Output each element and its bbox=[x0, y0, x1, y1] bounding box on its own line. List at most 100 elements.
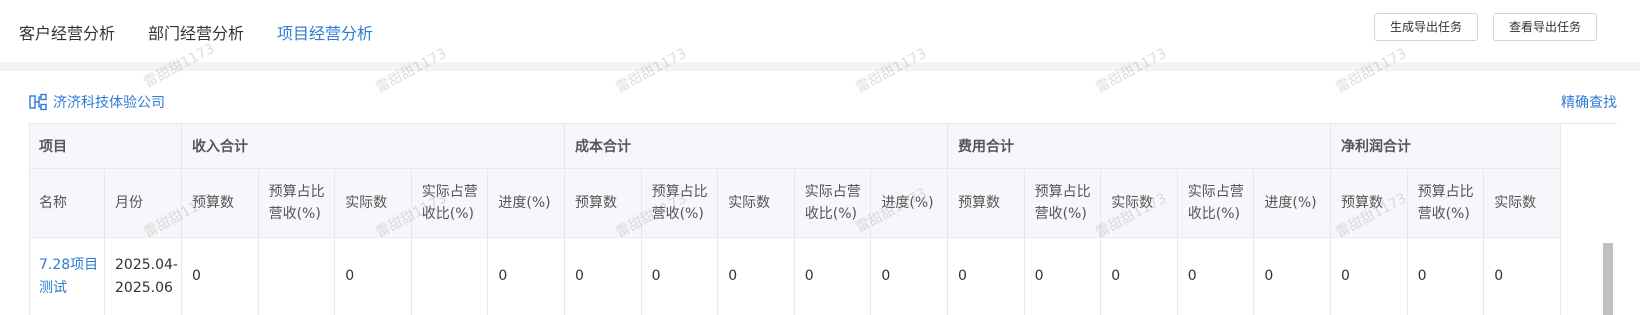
table-cell: 0 bbox=[1331, 238, 1408, 315]
column-header: 预算占比营收(%) bbox=[258, 169, 336, 238]
column-header: 名称 bbox=[29, 169, 105, 238]
table-cell-text: 0 bbox=[1264, 268, 1274, 284]
top-bar: 客户经营分析 部门经营分析 项目经营分析 生成导出任务 查看导出任务 bbox=[0, 0, 1640, 62]
table-cell: 0 bbox=[1484, 238, 1561, 315]
table-cell-text: 2025.04-2025.06 bbox=[115, 256, 178, 296]
table-cell-text: 0 bbox=[1034, 268, 1044, 284]
project-analysis-table: 项目 收入合计 成本合计 费用合计 净利润合计名称 月份 预算数 预算占比营收(%) 实际数 实际… bbox=[29, 123, 1617, 315]
table-cell: 0 bbox=[871, 238, 948, 315]
table-cell-text: 0 bbox=[1187, 268, 1197, 284]
column-header-text: 预算数 bbox=[958, 195, 1000, 211]
column-header-text: 实际数 bbox=[345, 195, 388, 211]
group-header: 收入合计 bbox=[182, 123, 565, 169]
group-header: 项目 bbox=[29, 123, 182, 169]
table-cell: 0 bbox=[1177, 238, 1255, 315]
group-header-text: 收入合计 bbox=[192, 138, 248, 155]
column-header-text: 名称 bbox=[39, 195, 67, 211]
column-header-text: 实际数 bbox=[1111, 195, 1154, 211]
table-cell: 0 bbox=[794, 238, 872, 315]
table-cell-text: 0 bbox=[1494, 268, 1504, 284]
column-header: 进度(%) bbox=[871, 169, 948, 238]
table-cell: 0 bbox=[488, 238, 565, 315]
project-name-link[interactable]: 7.28项目测试 bbox=[29, 238, 105, 315]
table-cell: 0 bbox=[1407, 238, 1485, 315]
company-selector[interactable]: 济济科技体验公司 bbox=[29, 92, 165, 112]
column-header: 实际占营收比(%) bbox=[411, 169, 489, 238]
column-header: 进度(%) bbox=[488, 169, 565, 238]
tab-customer-analysis[interactable]: 客户经营分析 bbox=[19, 20, 115, 44]
column-header-text: 预算占比营收(%) bbox=[651, 184, 708, 222]
table-cell-text: 0 bbox=[1111, 268, 1121, 284]
view-export-task-button[interactable]: 查看导出任务 bbox=[1493, 13, 1597, 41]
table-cell: 0 bbox=[641, 238, 719, 315]
generate-export-task-button[interactable]: 生成导出任务 bbox=[1374, 13, 1478, 41]
column-header: 月份 bbox=[105, 169, 182, 238]
table-cell-text: 0 bbox=[575, 268, 584, 284]
table-cell-text: 0 bbox=[498, 268, 508, 284]
column-header: 预算数 bbox=[565, 169, 642, 238]
column-header: 进度(%) bbox=[1254, 169, 1331, 238]
column-header: 预算占比营收(%) bbox=[1024, 169, 1102, 238]
column-header: 预算数 bbox=[1331, 169, 1408, 238]
org-chart-icon bbox=[29, 93, 47, 111]
table-cell: 0 bbox=[1024, 238, 1102, 315]
table-cell-text: 0 bbox=[728, 268, 738, 284]
column-header: 实际数 bbox=[718, 169, 795, 238]
group-header: 净利润合计 bbox=[1331, 123, 1561, 169]
group-header-text: 费用合计 bbox=[958, 138, 1014, 155]
tab-project-analysis[interactable]: 项目经营分析 bbox=[277, 20, 373, 44]
precise-search-link[interactable]: 精确查找 bbox=[1561, 92, 1617, 112]
table-cell: 0 bbox=[1101, 238, 1178, 315]
table-cell: 0 bbox=[565, 238, 642, 315]
table-cell bbox=[411, 238, 489, 315]
column-header-text: 预算占比营收(%) bbox=[1417, 184, 1474, 222]
column-header: 预算占比营收(%) bbox=[641, 169, 719, 238]
column-header-text: 月份 bbox=[115, 195, 143, 211]
table-cell: 2025.04-2025.06 bbox=[105, 238, 182, 315]
column-header: 预算数 bbox=[182, 169, 259, 238]
column-header-text: 进度(%) bbox=[1264, 195, 1317, 211]
table-cell-text: 0 bbox=[192, 268, 201, 284]
table-cell: 0 bbox=[1254, 238, 1331, 315]
section-divider bbox=[0, 62, 1640, 71]
vertical-scrollbar[interactable] bbox=[1603, 243, 1613, 315]
table-cell-text: 0 bbox=[804, 268, 814, 284]
column-header: 实际占营收比(%) bbox=[794, 169, 872, 238]
column-header-text: 实际占营收比(%) bbox=[1187, 184, 1244, 222]
column-header: 预算数 bbox=[948, 169, 1025, 238]
table-cell: 0 bbox=[948, 238, 1025, 315]
column-header-text: 实际数 bbox=[1494, 195, 1537, 211]
column-header: 实际数 bbox=[1484, 169, 1561, 238]
group-header: 成本合计 bbox=[565, 123, 948, 169]
table-cell-text: 0 bbox=[881, 268, 891, 284]
column-header-text: 进度(%) bbox=[498, 195, 551, 211]
column-header-text: 预算占比营收(%) bbox=[268, 184, 325, 222]
tab-department-analysis[interactable]: 部门经营分析 bbox=[148, 20, 244, 44]
project-name-link-text[interactable]: 7.28项目测试 bbox=[39, 254, 104, 300]
group-header-text: 净利润合计 bbox=[1341, 138, 1411, 155]
group-header-text: 项目 bbox=[39, 138, 67, 155]
column-header-text: 进度(%) bbox=[881, 195, 934, 211]
table-cell-text: 0 bbox=[651, 268, 661, 284]
table-cell: 0 bbox=[182, 238, 259, 315]
column-header-text: 实际占营收比(%) bbox=[421, 184, 478, 222]
group-header: 费用合计 bbox=[948, 123, 1331, 169]
table-cell: 0 bbox=[335, 238, 412, 315]
table-cell-text: 0 bbox=[1417, 268, 1427, 284]
table-cell: 0 bbox=[718, 238, 795, 315]
column-header: 实际占营收比(%) bbox=[1177, 169, 1255, 238]
table-cell-text: 0 bbox=[345, 268, 355, 284]
column-header: 实际数 bbox=[1101, 169, 1178, 238]
column-header-text: 实际数 bbox=[728, 195, 771, 211]
table-cell-text: 0 bbox=[1341, 268, 1350, 284]
column-header-text: 实际占营收比(%) bbox=[804, 184, 861, 222]
column-header-text: 预算数 bbox=[192, 195, 234, 211]
group-header-text: 成本合计 bbox=[575, 138, 631, 155]
column-header-text: 预算占比营收(%) bbox=[1034, 184, 1091, 222]
column-header: 实际数 bbox=[335, 169, 412, 238]
company-name: 济济科技体验公司 bbox=[53, 95, 165, 111]
column-header-text: 预算数 bbox=[575, 195, 617, 211]
column-header: 预算占比营收(%) bbox=[1407, 169, 1485, 238]
table-cell-text: 0 bbox=[958, 268, 967, 284]
column-header-text: 预算数 bbox=[1341, 195, 1383, 211]
